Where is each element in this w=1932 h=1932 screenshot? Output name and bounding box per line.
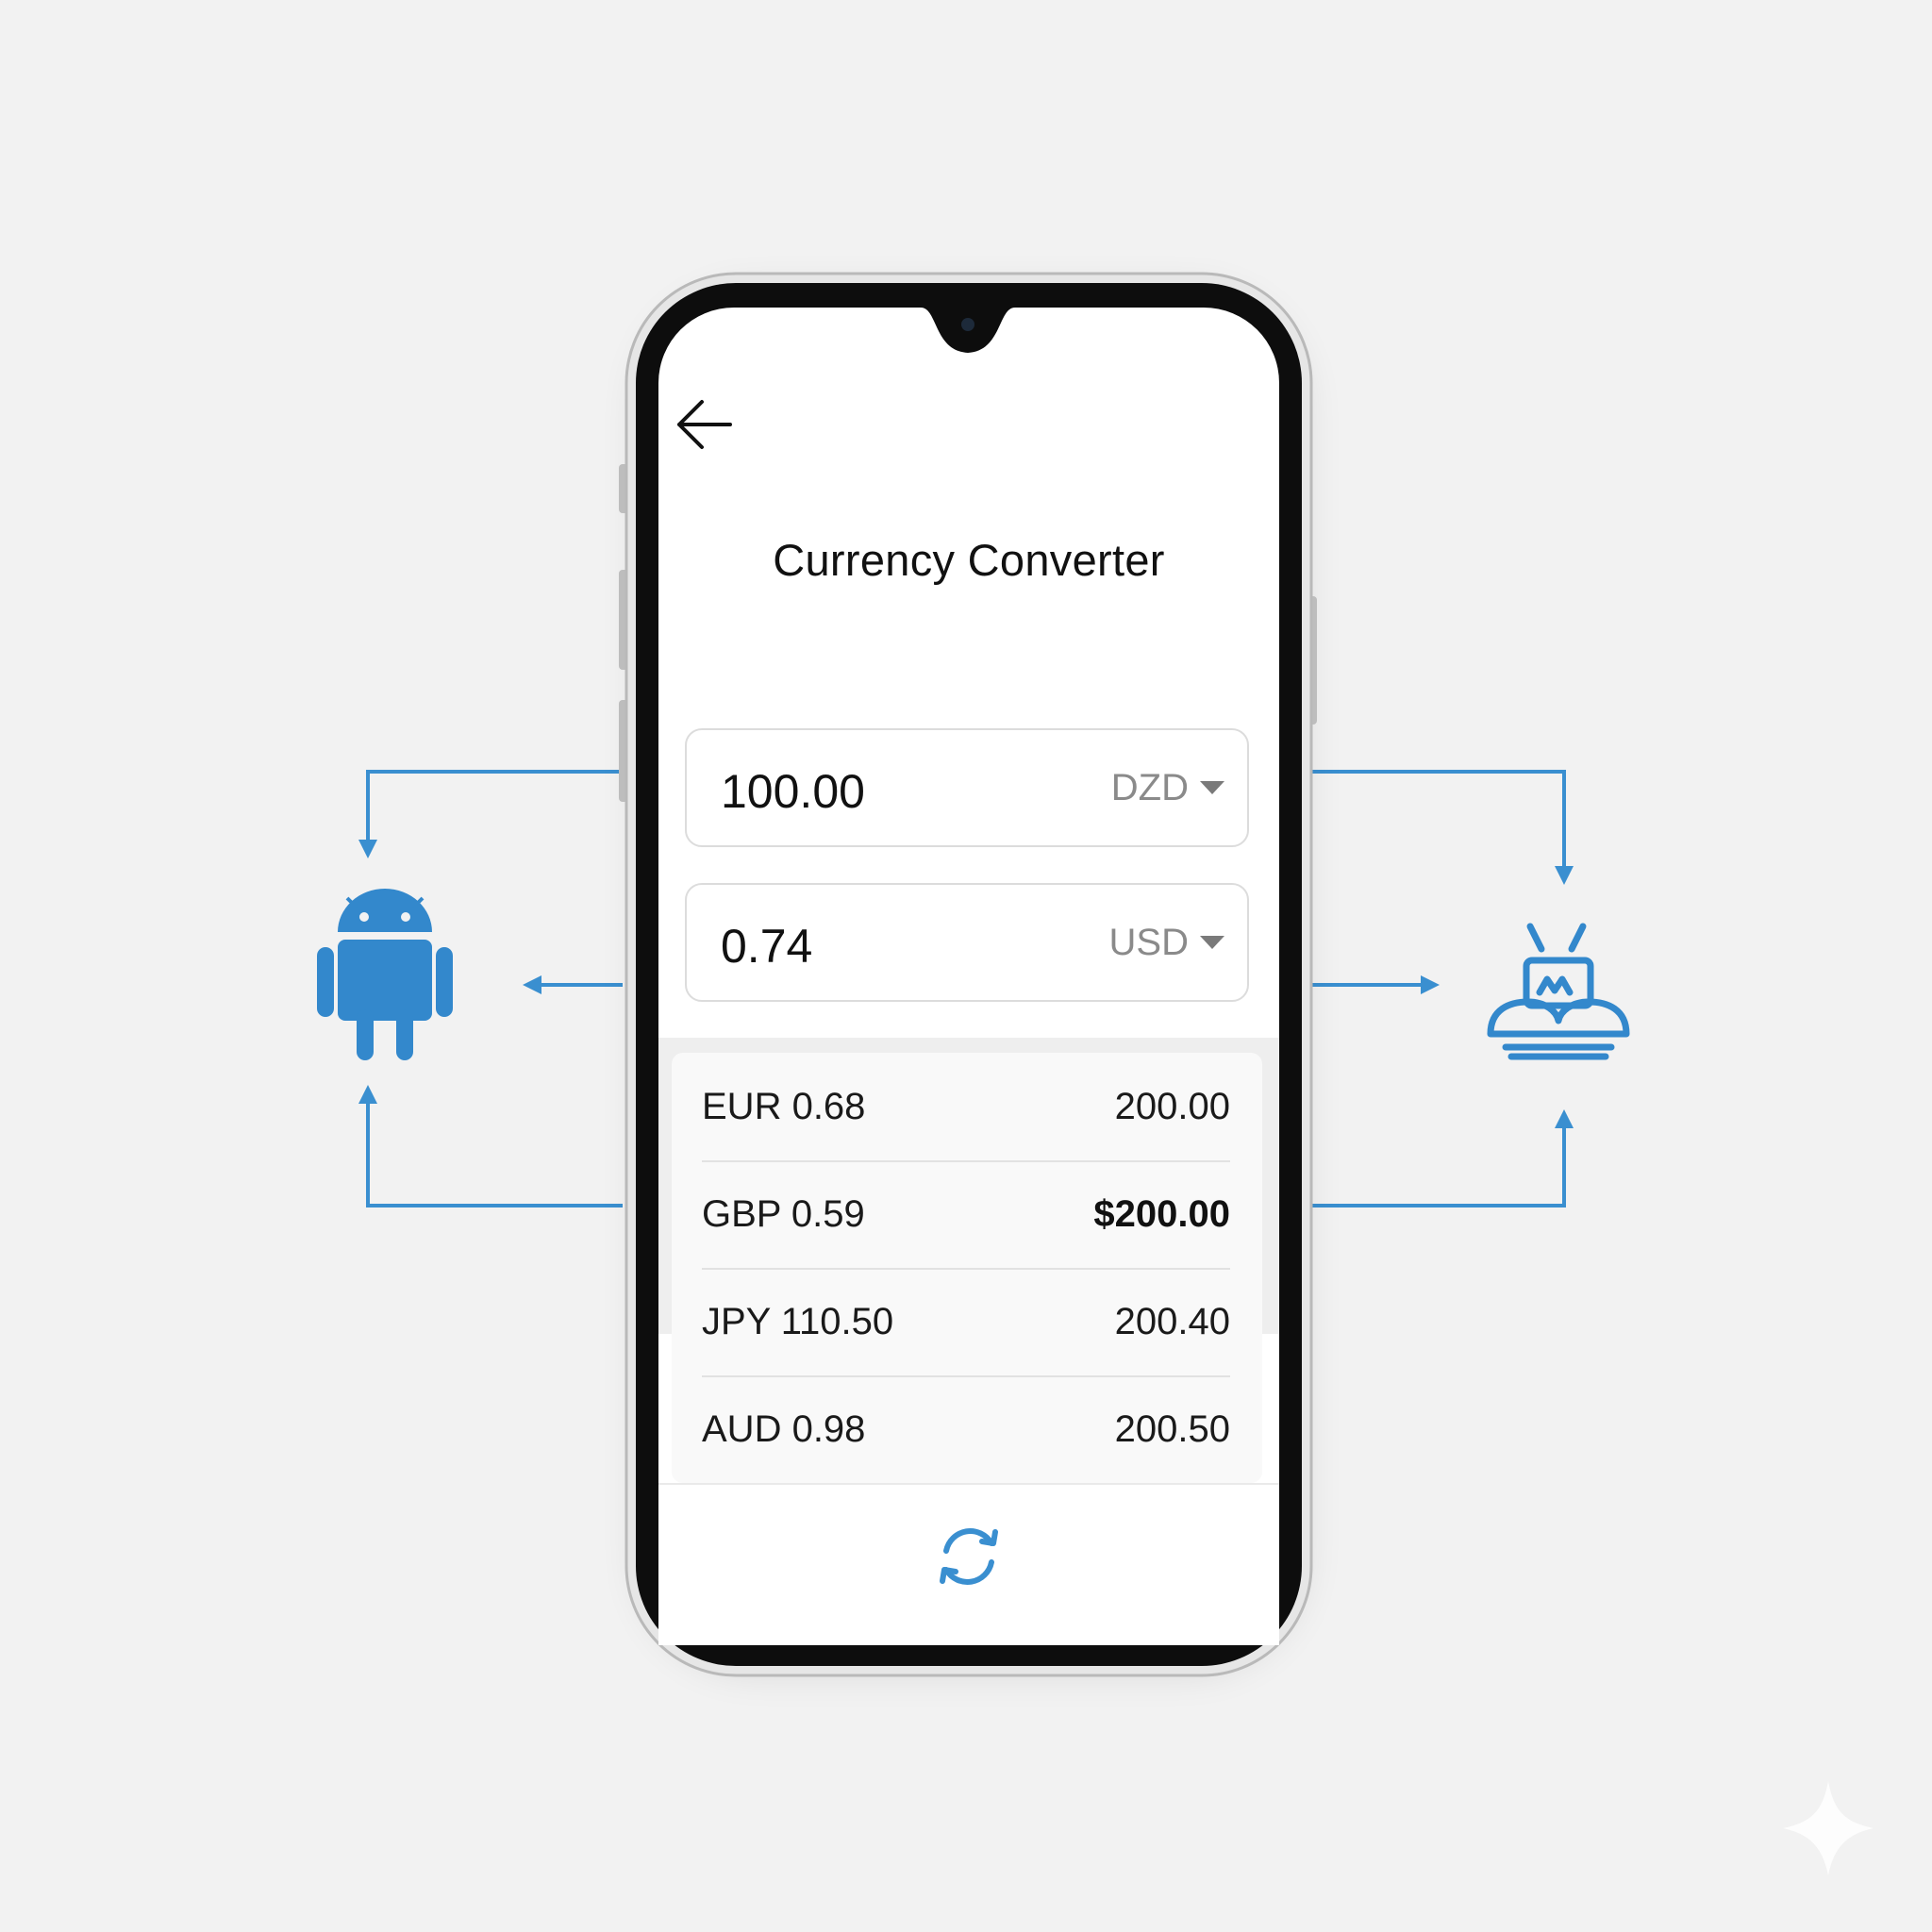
amount-to-field[interactable]: 0.74 USD: [685, 883, 1249, 1002]
connector-top-right: [1311, 770, 1574, 885]
connector-bottom-right: [1311, 1109, 1574, 1208]
rate-amount: 200.50: [1114, 1407, 1230, 1450]
list-item[interactable]: EUR 0.68 200.00: [702, 1053, 1230, 1160]
stage: Currency Converter 100.00 DZD 0.74 USD E…: [0, 0, 1932, 1932]
caret-down-icon: [1200, 781, 1224, 794]
list-item[interactable]: JPY 110.50 200.40: [702, 1268, 1230, 1375]
rates-list: EUR 0.68 200.00 GBP 0.59 $200.00 JPY 110…: [672, 1053, 1262, 1483]
caret-down-icon: [1200, 936, 1224, 949]
android-icon: [317, 889, 453, 1060]
rate-label: JPY 110.50: [702, 1300, 894, 1342]
page-title: Currency Converter: [773, 535, 1165, 585]
refresh-icon: [940, 1528, 998, 1585]
rate-amount: 200.00: [1114, 1085, 1230, 1127]
currency-to-code: USD: [1108, 921, 1189, 963]
list-item[interactable]: GBP 0.59 $200.00: [702, 1160, 1230, 1268]
rate-amount: 200.40: [1114, 1300, 1230, 1342]
rate-label: AUD 0.98: [702, 1407, 866, 1450]
list-item[interactable]: AUD 0.98 200.50: [702, 1375, 1230, 1483]
amount-from-field[interactable]: 100.00 DZD: [685, 728, 1249, 847]
currency-to-select[interactable]: USD: [1109, 915, 1224, 970]
amount-from-value[interactable]: 100.00: [721, 764, 865, 819]
amount-to-value[interactable]: 0.74: [721, 919, 812, 974]
currency-from-code: DZD: [1110, 766, 1189, 808]
app-screen: Currency Converter 100.00 DZD 0.74 USD E…: [658, 308, 1279, 1645]
back-button[interactable]: [674, 398, 734, 451]
refresh-button[interactable]: [925, 1513, 1012, 1600]
robot-device-icon: [1487, 923, 1630, 1060]
connector-bottom-left: [358, 1085, 623, 1208]
rate-label: EUR 0.68: [702, 1085, 866, 1127]
rate-label: GBP 0.59: [702, 1192, 865, 1235]
connector-top-left: [358, 770, 623, 858]
sparkle-icon: [1783, 1781, 1874, 1875]
rate-amount: $200.00: [1093, 1192, 1230, 1235]
currency-from-select[interactable]: DZD: [1111, 760, 1224, 815]
arrow-left-icon: [677, 400, 732, 449]
bottom-bar: [658, 1483, 1279, 1645]
